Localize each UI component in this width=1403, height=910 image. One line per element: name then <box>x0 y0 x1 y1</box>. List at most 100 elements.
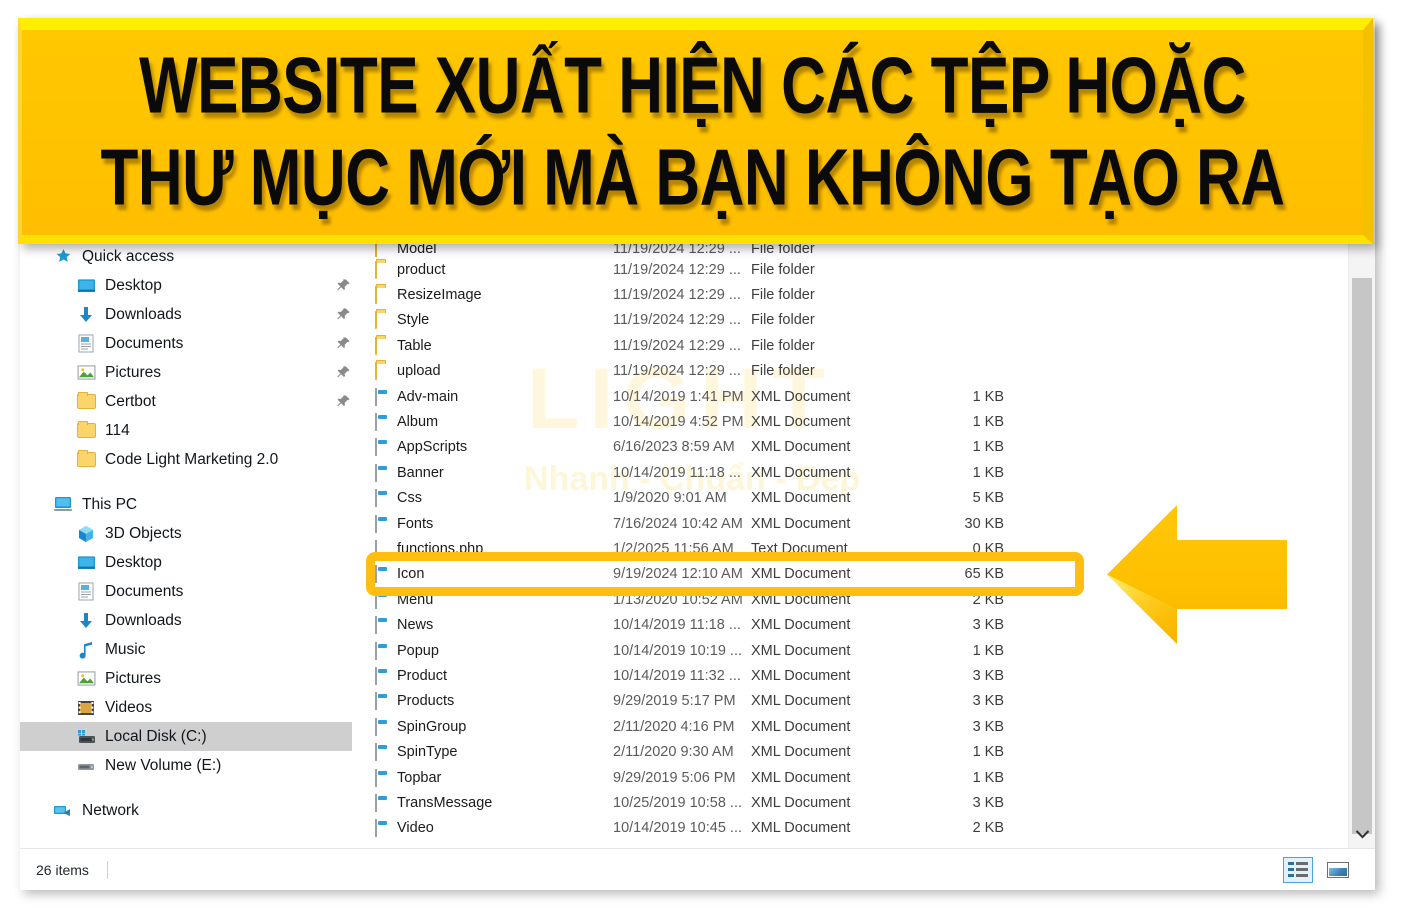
table-row[interactable]: product 11/19/2024 12:29 ... File folder <box>352 257 1375 282</box>
pin-icon[interactable] <box>336 278 352 294</box>
date-modified-cell: 10/14/2019 11:18 ... <box>613 617 741 634</box>
sidebar-item-documents[interactable]: Documents <box>20 577 352 606</box>
file-name-cell: Menu <box>397 591 434 608</box>
table-row[interactable]: Products 9/29/2019 5:17 PM XML Document 3 K… <box>352 689 1375 714</box>
screenshot-root: Quick access Desktop Downloads Documents Pic… <box>0 0 1403 910</box>
file-size-cell: 1 KB <box>972 464 1004 481</box>
file-size-cell: 3 KB <box>972 718 1004 735</box>
sidebar-group-spacer <box>20 474 352 490</box>
table-row[interactable]: Album 10/14/2019 4:52 PM XML Document 1 KB <box>352 409 1375 434</box>
sidebar-item-code-light-marketing-2-0[interactable]: Code Light Marketing 2.0 <box>20 445 352 474</box>
xml-document-icon <box>375 819 377 838</box>
xml-document-icon <box>375 616 377 635</box>
folder-icon <box>75 392 97 412</box>
table-row[interactable]: Banner 10/14/2019 11:18 ... XML Document 1 … <box>352 460 1375 485</box>
documents-icon <box>75 582 97 602</box>
table-row[interactable]: Css 1/9/2020 9:01 AM XML Document 5 KB <box>352 486 1375 511</box>
file-type-cell: File folder <box>751 363 815 380</box>
sidebar-item-downloads[interactable]: Downloads <box>20 300 352 329</box>
sidebar-item-downloads[interactable]: Downloads <box>20 606 352 635</box>
large-icons-view-button[interactable] <box>1323 857 1353 883</box>
text-document-icon <box>375 539 377 558</box>
table-row[interactable]: Table 11/19/2024 12:29 ... File folder <box>352 333 1375 358</box>
table-row[interactable]: Icon 9/19/2024 12:10 AM XML Document 65 KB <box>352 562 1375 587</box>
row-icon-wrap <box>366 793 386 812</box>
sidebar-group-label: Quick access <box>82 247 175 265</box>
row-icon-wrap <box>366 362 386 381</box>
xml-document-icon <box>375 565 377 584</box>
row-icon-wrap <box>366 489 386 508</box>
table-row[interactable]: Popup 10/14/2019 10:19 ... XML Document 1 K… <box>352 638 1375 663</box>
pin-icon[interactable] <box>336 307 352 323</box>
chevron-down-icon <box>1355 830 1369 839</box>
file-size-cell: 5 KB <box>972 490 1004 507</box>
file-size-cell: 30 KB <box>964 515 1005 532</box>
scrollbar-thumb[interactable] <box>1352 278 1372 834</box>
file-size-cell: 1 KB <box>972 642 1004 659</box>
pin-icon[interactable] <box>336 394 352 410</box>
sidebar-item-new-volume-e-[interactable]: New Volume (E:) <box>20 751 352 780</box>
sidebar-item-pictures[interactable]: Pictures <box>20 664 352 693</box>
table-row[interactable]: functions.php 1/2/2025 11:56 AM Text Docum… <box>352 536 1375 561</box>
sidebar-group-quick-access[interactable]: Quick access <box>20 242 352 271</box>
sidebar-item-documents[interactable]: Documents <box>20 329 352 358</box>
sidebar-item-pictures[interactable]: Pictures <box>20 358 352 387</box>
table-row[interactable]: News 10/14/2019 11:18 ... XML Document 3 KB <box>352 612 1375 637</box>
sidebar-item-music[interactable]: Music <box>20 635 352 664</box>
table-row[interactable]: AppScripts 6/16/2023 8:59 AM XML Document 1… <box>352 435 1375 460</box>
scroll-down-icon[interactable] <box>1349 822 1375 846</box>
sidebar-item-3d-objects[interactable]: 3D Objects <box>20 519 352 548</box>
table-row[interactable]: Menu 1/13/2020 10:52 AM XML Document 2 KB <box>352 587 1375 612</box>
row-icon-wrap <box>366 336 386 355</box>
documents-icon <box>75 334 97 354</box>
sidebar-item-videos[interactable]: Videos <box>20 693 352 722</box>
table-row[interactable]: upload 11/19/2024 12:29 ... File folder <box>352 359 1375 384</box>
date-modified-cell: 2/11/2020 9:30 AM <box>613 744 734 761</box>
table-row[interactable]: Style 11/19/2024 12:29 ... File folder <box>352 308 1375 333</box>
table-row[interactable]: Model 11/19/2024 12:29 ... File folder <box>352 242 1375 257</box>
file-type-cell: XML Document <box>751 744 851 761</box>
table-row[interactable]: Topbar 9/29/2019 5:06 PM XML Document 1 KB <box>352 765 1375 790</box>
sidebar-item-label: 3D Objects <box>105 524 182 542</box>
large-icons-icon <box>1327 861 1349 878</box>
table-row[interactable]: Product 10/14/2019 11:32 ... XML Document 3… <box>352 663 1375 688</box>
table-row[interactable]: Video 10/14/2019 10:45 ... XML Document 2 K… <box>352 816 1375 841</box>
row-icon-wrap <box>366 438 386 457</box>
table-row[interactable]: Fonts 7/16/2024 10:42 AM XML Document 30 KB <box>352 511 1375 536</box>
file-size-cell: 1 KB <box>972 414 1004 431</box>
file-type-cell: XML Document <box>751 566 851 583</box>
date-modified-cell: 11/19/2024 12:29 ... <box>613 287 741 304</box>
row-icon-wrap <box>366 616 386 635</box>
table-row[interactable]: TransMessage 10/25/2019 10:58 ... XML Docu… <box>352 790 1375 815</box>
file-type-cell: File folder <box>751 312 815 329</box>
pin-icon[interactable] <box>336 336 352 352</box>
file-rows[interactable]: Model 11/19/2024 12:29 ... File folder prod… <box>352 242 1375 841</box>
sidebar-group-this-pc[interactable]: This PC <box>20 490 352 519</box>
sidebar-group-network[interactable]: Network <box>20 796 352 825</box>
row-icon-wrap <box>366 413 386 432</box>
sidebar-item-desktop[interactable]: Desktop <box>20 271 352 300</box>
date-modified-cell: 1/9/2020 9:01 AM <box>613 490 727 507</box>
sidebar-item-label: Certbot <box>105 392 156 410</box>
sidebar-item-local-disk-c-[interactable]: Local Disk (C:) <box>20 722 352 751</box>
vertical-scrollbar[interactable] <box>1348 242 1375 848</box>
pin-icon[interactable] <box>336 365 352 381</box>
file-type-cell: File folder <box>751 242 815 257</box>
file-name-cell: Style <box>397 312 430 329</box>
table-row[interactable]: SpinType 2/11/2020 9:30 AM XML Document 1 K… <box>352 739 1375 764</box>
file-name-cell: Video <box>397 820 434 837</box>
sidebar-item-desktop[interactable]: Desktop <box>20 548 352 577</box>
file-name-cell: Adv-main <box>397 388 459 405</box>
file-type-cell: XML Document <box>751 693 851 710</box>
details-view-button[interactable] <box>1283 856 1313 883</box>
table-row[interactable]: Adv-main 10/14/2019 1:41 PM XML Document 1 … <box>352 384 1375 409</box>
folder-icon <box>375 336 377 355</box>
date-modified-cell: 7/16/2024 10:42 AM <box>613 515 743 532</box>
table-row[interactable]: SpinGroup 2/11/2020 4:16 PM XML Document 3 … <box>352 714 1375 739</box>
file-size-cell: 0 KB <box>972 540 1004 557</box>
table-row[interactable]: ResizeImage 11/19/2024 12:29 ... File fold… <box>352 282 1375 307</box>
file-name-cell: News <box>397 617 434 634</box>
sidebar-item-certbot[interactable]: Certbot <box>20 387 352 416</box>
sidebar-item-114[interactable]: 114 <box>20 416 352 445</box>
folder-icon <box>75 421 97 441</box>
